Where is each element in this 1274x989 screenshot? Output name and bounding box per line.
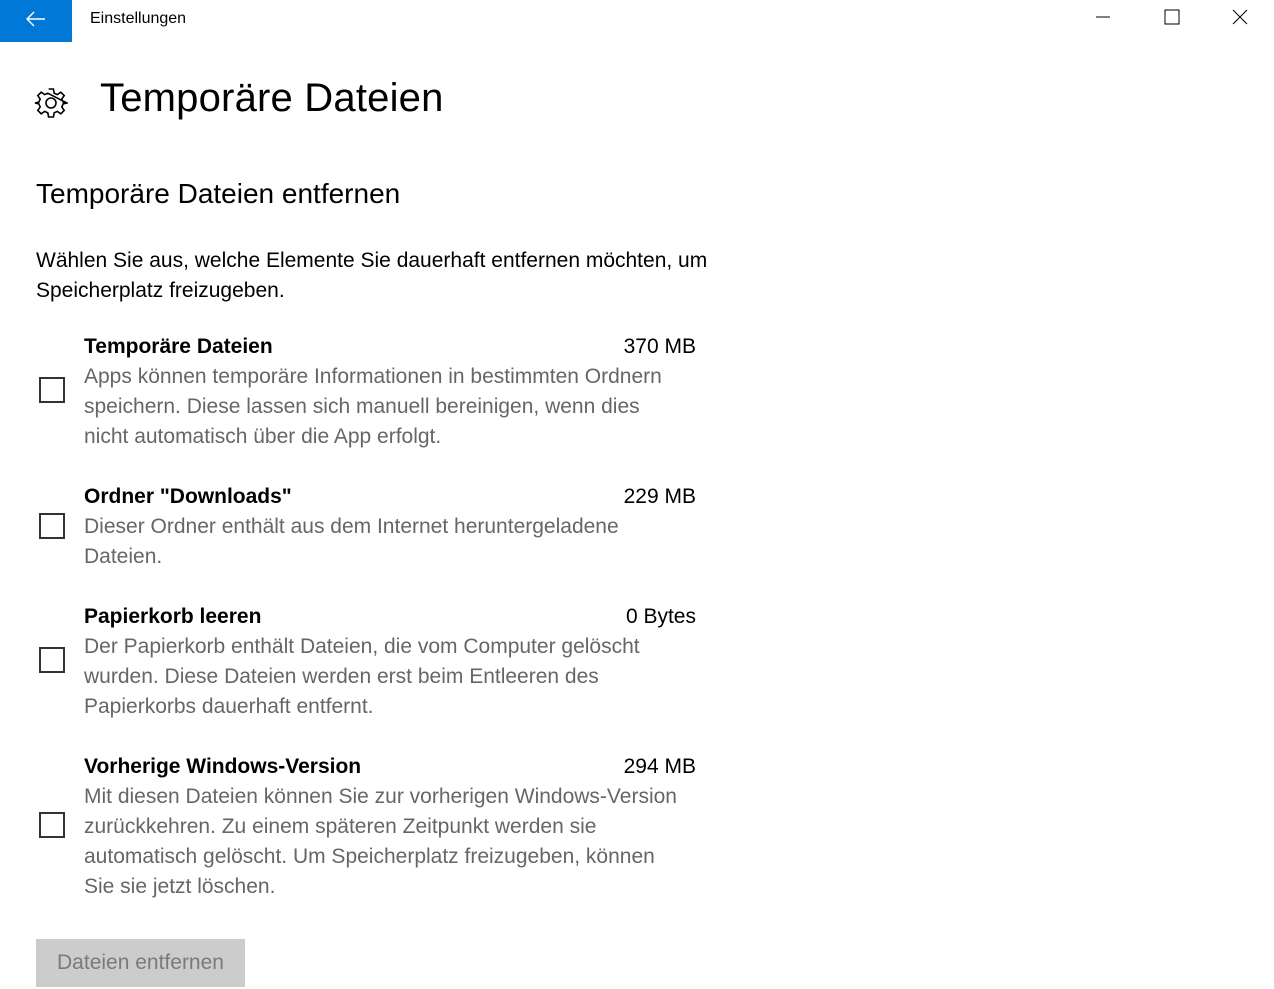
maximize-button[interactable] [1137,0,1206,38]
title-bar: Einstellungen [0,0,1274,42]
item-description: Dieser Ordner enthält aus dem Internet h… [84,515,619,568]
section-title: Temporäre Dateien entfernen [36,178,401,209]
list-item-recycle-bin: Papierkorb leeren 0 Bytes Der Papierkorb… [36,602,696,722]
item-description: Apps können temporäre Informationen in b… [84,365,662,448]
item-description: Der Papierkorb enthält Dateien, die vom … [84,635,640,718]
item-title: Papierkorb leeren [84,605,262,628]
close-icon [1232,9,1248,30]
checkbox-temporary-files[interactable] [39,377,65,403]
list-item-previous-windows: Vorherige Windows-Version 294 MB Mit die… [36,752,696,902]
checkbox-previous-windows[interactable] [39,812,65,838]
list-item-temporary-files: Temporäre Dateien 370 MB Apps können tem… [36,332,696,452]
page-header [34,78,68,128]
intro-text: Wählen Sie aus, welche Elemente Sie daue… [36,249,708,302]
window-title: Einstellungen [90,10,187,27]
minimize-icon [1095,9,1111,30]
list-item-downloads: Ordner "Downloads" 229 MB Dieser Ordner … [36,482,696,572]
item-size: 0 Bytes [625,605,696,628]
back-button[interactable] [0,0,72,42]
page-title: Temporäre Dateien [100,76,444,120]
remove-files-button[interactable]: Dateien entfernen [36,939,245,987]
gear-icon [34,86,68,120]
maximize-icon [1164,9,1180,30]
item-size: 294 MB [623,755,696,778]
checkbox-recycle-bin[interactable] [39,647,65,673]
minimize-button[interactable] [1068,0,1137,38]
item-title: Ordner "Downloads" [84,485,292,508]
arrow-left-icon [26,11,46,32]
item-size: 229 MB [623,485,696,508]
item-title: Vorherige Windows-Version [84,755,362,778]
item-description: Mit diesen Dateien können Sie zur vorher… [84,785,677,898]
item-title: Temporäre Dateien [84,335,273,358]
checkbox-downloads[interactable] [39,513,65,539]
item-size: 370 MB [623,335,696,358]
close-button[interactable] [1205,0,1274,38]
